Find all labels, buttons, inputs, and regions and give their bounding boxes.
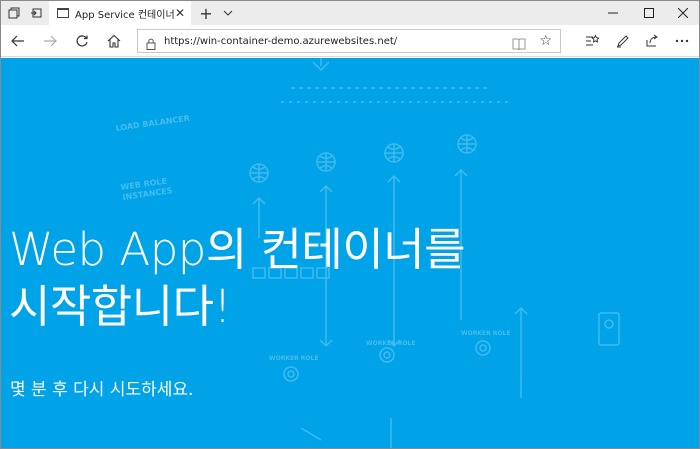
tab-bar: App Service 컨테이너 ✕ + xyxy=(1,1,699,25)
favorites-hub-icon[interactable] xyxy=(579,29,605,53)
bg-label-worker-role-2: WORKER ROLE xyxy=(366,340,415,347)
reading-view-icon[interactable] xyxy=(512,35,526,54)
close-tab-icon[interactable]: ✕ xyxy=(175,6,185,20)
share-icon[interactable] xyxy=(639,29,665,53)
forward-icon[interactable] xyxy=(37,29,63,53)
retry-message: 몇 분 후 다시 시도하세요. xyxy=(10,380,194,400)
bg-label-load-balancer: LOAD BALANCER xyxy=(115,114,190,133)
bg-label-worker-role-3: WORKER ROLE xyxy=(461,330,510,337)
browser-window: App Service 컨테이너 ✕ + https://win-contain… xyxy=(0,0,700,449)
address-bar[interactable]: https://win-container-demo.azurewebsites… xyxy=(137,29,561,53)
home-icon[interactable] xyxy=(101,29,127,53)
minimize-icon[interactable] xyxy=(595,1,631,25)
lock-icon xyxy=(146,35,156,50)
tab-actions-icon[interactable] xyxy=(3,3,25,23)
close-window-icon[interactable] xyxy=(665,1,699,25)
set-aside-tabs-icon[interactable] xyxy=(25,3,47,23)
headline-line-2: 시작합니다! xyxy=(9,280,232,333)
page-headline: Web App의 컨테이너를 시작합니다! xyxy=(9,221,466,335)
page-content: LOAD BALANCER WEB ROLE INSTANCES WORKER … xyxy=(1,58,699,448)
tab-preview-chevron-icon[interactable] xyxy=(217,3,239,23)
url-text: https://win-container-demo.azurewebsites… xyxy=(164,35,398,47)
active-tab[interactable]: App Service 컨테이너 ✕ xyxy=(49,1,191,25)
maximize-icon[interactable] xyxy=(631,1,667,25)
refresh-icon[interactable] xyxy=(69,29,95,53)
bg-label-worker-role-1: WORKER ROLE xyxy=(269,355,318,362)
navigation-bar: https://win-container-demo.azurewebsites… xyxy=(1,25,699,57)
tab-title: App Service 컨테이너 xyxy=(75,9,175,21)
headline-line-1: Web App의 컨테이너를 xyxy=(9,223,466,276)
web-note-pen-icon[interactable] xyxy=(609,29,635,53)
page-icon xyxy=(57,8,69,18)
new-tab-icon[interactable]: + xyxy=(195,3,217,23)
more-options-icon[interactable] xyxy=(669,29,695,53)
favorite-star-icon[interactable]: ☆ xyxy=(539,33,552,49)
back-icon[interactable] xyxy=(5,29,31,53)
